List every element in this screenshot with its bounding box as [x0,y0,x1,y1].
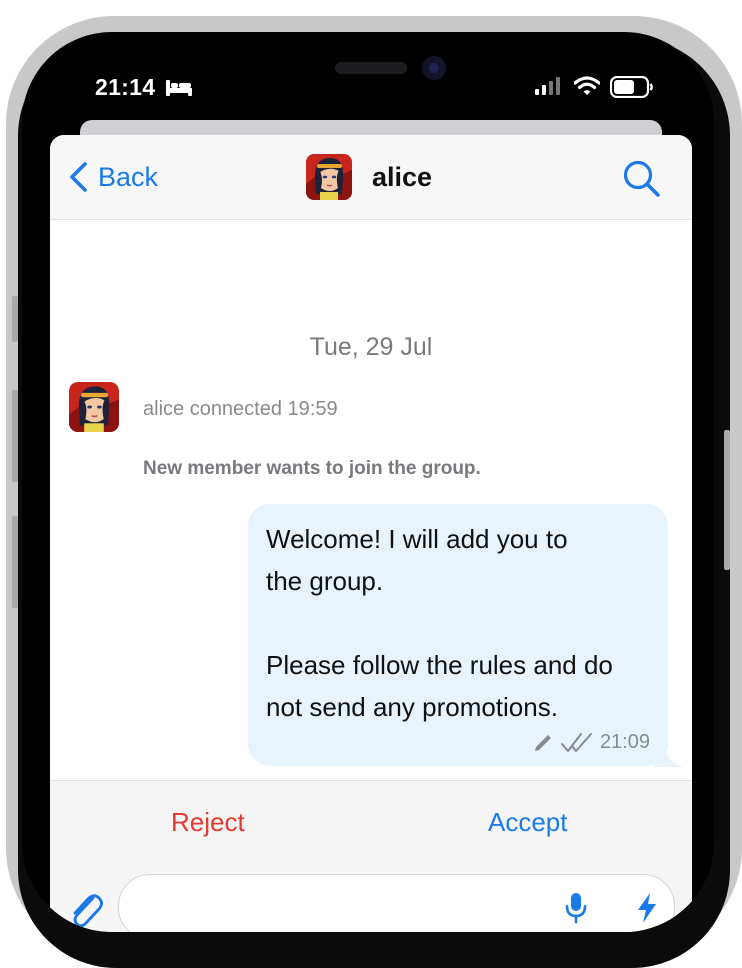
message-meta: 21:09 [532,731,650,754]
double-check-icon [560,732,592,752]
avatar [306,154,352,200]
message-text: Welcome! I will add you to the group. Pl… [266,518,661,728]
chat-sheet: Back alice Tue, 29 Jul alice connected 1… [50,135,692,932]
contact-header[interactable]: alice [306,154,432,200]
contact-name: alice [372,161,433,192]
group-join-note: New member wants to join the group. [143,458,481,479]
chat-navbar: Back alice [50,135,692,220]
battery-icon [609,75,654,103]
search-icon [623,160,660,197]
volume-down-button [12,516,18,608]
accept-button[interactable]: Accept [488,807,568,838]
voice-record-button[interactable] [563,891,589,930]
status-time: 21:14 [95,74,156,100]
back-label: Back [98,161,159,192]
message-line: the group. [266,566,384,596]
live-message-button[interactable] [635,891,659,930]
bubble-tail [654,749,684,767]
message-time: 21:09 [599,731,650,753]
mute-switch [12,296,18,342]
message-input[interactable] [118,874,675,932]
paperclip-icon [73,894,103,928]
wifi-icon [573,76,601,101]
connection-event: alice connected 19:59 [143,398,338,420]
message-line: Welcome! I will add you to [266,524,568,554]
bed-icon [165,78,193,103]
phone-screen: 21:14 Back alice Tue, 29 Jul alice conne… [22,32,714,932]
volume-up-button [12,390,18,482]
message-line: not send any promotions. [266,692,558,722]
chevron-left-icon [70,162,87,192]
date-separator: Tue, 29 Jul [309,333,433,361]
message-bubble[interactable]: Welcome! I will add you to the group. Pl… [248,504,668,766]
power-button [724,430,730,570]
member-request-actions: Reject Accept [50,780,692,864]
edited-pencil-icon [534,734,551,751]
attach-button[interactable] [66,888,106,932]
back-button[interactable]: Back [68,159,158,195]
message-line: Please follow the rules and do [266,650,613,680]
signal-icon [535,77,561,100]
earpiece-speaker [335,62,407,74]
avatar[interactable] [69,382,119,432]
reject-button[interactable]: Reject [171,807,245,838]
search-button[interactable] [622,159,662,204]
front-camera [422,56,446,80]
message-composer [50,863,692,932]
